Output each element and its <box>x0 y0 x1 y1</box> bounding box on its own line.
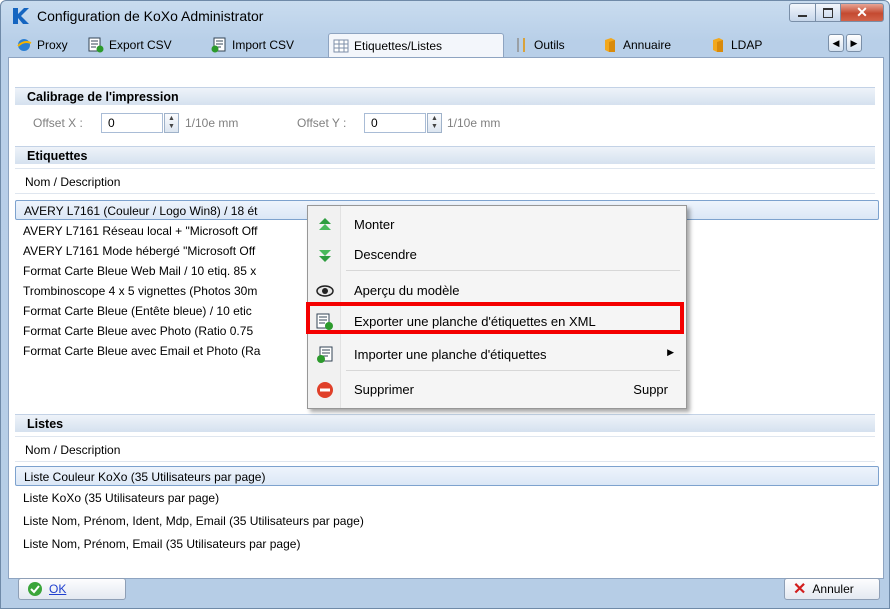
chevron-right-icon: ▶ <box>850 37 858 48</box>
import-icon <box>317 346 333 363</box>
offset-y-input[interactable]: 0 <box>364 113 426 133</box>
menu-item-supprimer[interactable]: Supprimer Suppr <box>310 375 682 403</box>
spin-up-icon: ▲ <box>168 115 175 122</box>
cancel-button[interactable]: ✕ Annuler <box>784 578 880 600</box>
list-item[interactable]: AVERY L7161 Réseau local + "Microsoft Of… <box>15 221 307 241</box>
menu-item-label: Monter <box>354 217 395 232</box>
menu-item-label: Supprimer <box>354 382 414 397</box>
list-item[interactable]: Format Carte Bleue avec Photo (Ratio 0.7… <box>15 321 307 341</box>
tab-outils[interactable]: Outils <box>509 34 569 56</box>
ok-button[interactable]: OK <box>18 578 126 600</box>
tab-label: Annuaire <box>623 38 672 52</box>
tab-label: Import CSV <box>232 38 295 52</box>
minimize-button[interactable] <box>789 3 816 22</box>
menu-item-descendre[interactable]: Descendre <box>310 240 682 268</box>
tab-annuaire[interactable]: Annuaire <box>598 34 675 56</box>
import-csv-icon <box>211 37 226 53</box>
tab-label: LDAP <box>731 38 763 52</box>
spin-up-icon: ▲ <box>431 115 438 122</box>
list-item[interactable]: Format Carte Bleue Web Mail / 10 etiq. 8… <box>15 261 307 281</box>
offset-y-unit: 1/10e mm <box>447 116 501 130</box>
ok-label: OK <box>49 582 67 596</box>
listes-column-header[interactable]: Nom / Description <box>15 436 875 462</box>
preview-eye-icon <box>316 285 334 297</box>
tab-scroll-left-button[interactable]: ◀ <box>828 34 844 52</box>
delete-icon <box>317 382 333 398</box>
window-title: Configuration de KoXo Administrator <box>37 8 264 24</box>
list-item[interactable]: Trombinoscope 4 x 5 vignettes (Photos 30… <box>15 281 307 301</box>
list-item[interactable]: Liste Nom, Prénom, Email (35 Utilisateur… <box>15 534 875 554</box>
tab-export-csv[interactable]: Export CSV <box>84 34 176 56</box>
move-down-icon <box>319 250 331 262</box>
menu-item-importer[interactable]: Importer une planche d'étiquettes ▶ <box>310 340 682 368</box>
tab-import-csv[interactable]: Import CSV <box>207 34 298 56</box>
koxo-logo-icon <box>13 8 29 24</box>
tab-label: Proxy <box>37 38 68 52</box>
move-up-icon <box>319 218 331 230</box>
maximize-icon <box>823 7 833 18</box>
grid-icon <box>333 39 349 53</box>
menu-item-monter[interactable]: Monter <box>310 210 682 238</box>
offset-y-label: Offset Y : <box>297 116 347 130</box>
etiquettes-column-header[interactable]: Nom / Description <box>15 168 875 194</box>
tab-ldap[interactable]: LDAP <box>706 34 766 56</box>
export-csv-icon <box>88 37 104 53</box>
menu-item-label: Importer une planche d'étiquettes <box>354 347 547 362</box>
tools-icon <box>517 38 525 52</box>
proxy-globe-icon <box>17 39 32 51</box>
tab-label: Outils <box>534 38 565 52</box>
spin-down-icon: ▼ <box>431 123 438 130</box>
menu-item-shortcut: Suppr <box>633 382 668 397</box>
menu-item-apercu[interactable]: Aperçu du modèle <box>310 276 682 304</box>
book-icon <box>605 38 615 52</box>
tab-proxy[interactable]: Proxy <box>12 34 72 56</box>
title-bar[interactable]: Configuration de KoXo Administrator ✕ <box>1 1 889 31</box>
etiquettes-section-title: Etiquettes <box>15 146 875 164</box>
check-icon <box>28 582 42 596</box>
submenu-arrow-icon: ▶ <box>667 347 674 357</box>
tab-scroll-right-button[interactable]: ▶ <box>846 34 862 52</box>
tab-strip: Proxy Export CSV Import CSV Etiquettes/L… <box>8 32 882 58</box>
chevron-left-icon: ◀ <box>832 37 840 48</box>
close-button[interactable]: ✕ <box>840 3 884 22</box>
menu-item-label: Aperçu du modèle <box>354 283 460 298</box>
list-item[interactable]: Format Carte Bleue (Entête bleue) / 10 e… <box>15 301 307 321</box>
calibrage-section-title: Calibrage de l'impression <box>15 87 875 105</box>
cancel-x-icon: ✕ <box>793 581 807 598</box>
offset-x-unit: 1/10e mm <box>185 116 239 130</box>
menu-separator <box>346 370 680 371</box>
offset-x-input[interactable]: 0 <box>101 113 163 133</box>
tab-label: Etiquettes/Listes <box>354 39 443 53</box>
menu-item-label: Descendre <box>354 247 417 262</box>
spin-down-icon: ▼ <box>168 123 175 130</box>
list-item[interactable]: Liste Nom, Prénom, Ident, Mdp, Email (35… <box>15 511 875 531</box>
list-item[interactable]: Liste KoXo (35 Utilisateurs par page) <box>15 488 875 508</box>
listes-section-title: Listes <box>15 414 875 432</box>
list-item[interactable]: AVERY L7161 Mode hébergé "Microsoft Off <box>15 241 307 261</box>
close-icon: ✕ <box>856 4 868 20</box>
offset-y-spinner[interactable]: ▲ ▼ <box>427 113 442 133</box>
offset-x-label: Offset X : <box>33 116 83 130</box>
listes-list[interactable]: Liste Couleur KoXo (35 Utilisateurs par … <box>15 464 879 572</box>
maximize-button[interactable] <box>815 3 841 22</box>
list-item[interactable]: Format Carte Bleue avec Email et Photo (… <box>15 341 307 361</box>
book-icon <box>713 38 723 52</box>
offset-x-spinner[interactable]: ▲ ▼ <box>164 113 179 133</box>
highlight-annotation <box>306 302 684 334</box>
tab-etiquettes-listes[interactable]: Etiquettes/Listes <box>328 33 504 58</box>
list-item[interactable]: Liste Couleur KoXo (35 Utilisateurs par … <box>15 466 879 486</box>
menu-separator <box>346 270 680 271</box>
cancel-label: Annuler <box>812 582 854 596</box>
tab-label: Export CSV <box>109 38 172 52</box>
minimize-icon <box>798 14 807 17</box>
